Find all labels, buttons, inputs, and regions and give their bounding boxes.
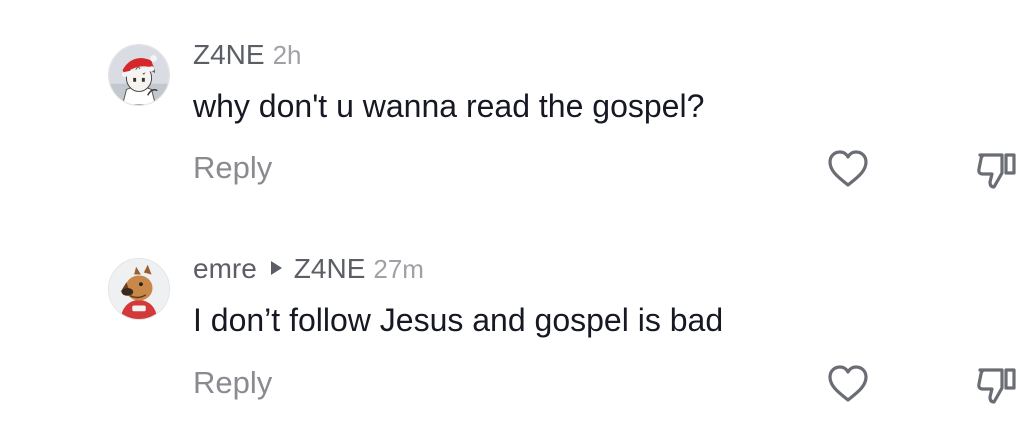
comment-header: Z4NE 2h <box>193 38 302 72</box>
comment-item: Z4NE 2h why don't u wanna read the gospel… <box>0 0 1020 212</box>
timestamp: 2h <box>272 40 302 70</box>
avatar[interactable] <box>108 44 170 106</box>
heart-outline-icon <box>828 365 868 402</box>
dislike-button[interactable] <box>974 147 1018 191</box>
anime-character-santa-hat-avatar-icon <box>109 45 169 105</box>
reply-arrow-icon <box>270 261 282 275</box>
username[interactable]: Z4NE <box>193 39 265 70</box>
reply-button[interactable]: Reply <box>193 150 272 186</box>
like-button[interactable] <box>826 147 870 191</box>
reply-button[interactable]: Reply <box>193 365 272 401</box>
comment-text: why don't u wanna read the gospel? <box>193 88 705 124</box>
heart-outline-icon <box>828 150 868 187</box>
comment-item: emre Z4NE 27m I don’t follow Jesus and gos… <box>0 212 1020 424</box>
reply-to-username[interactable]: Z4NE <box>294 253 366 284</box>
timestamp: 27m <box>373 254 424 284</box>
comment-text: I don’t follow Jesus and gospel is bad <box>193 302 724 338</box>
username[interactable]: emre <box>193 253 257 284</box>
thumbs-down-icon <box>977 368 1016 404</box>
thumbs-down-icon <box>977 153 1016 189</box>
comment-header: emre Z4NE 27m <box>193 252 424 286</box>
like-button[interactable] <box>826 362 870 406</box>
avatar[interactable] <box>108 258 170 320</box>
cartoon-dog-avatar-icon <box>109 259 169 319</box>
dislike-button[interactable] <box>974 362 1018 406</box>
